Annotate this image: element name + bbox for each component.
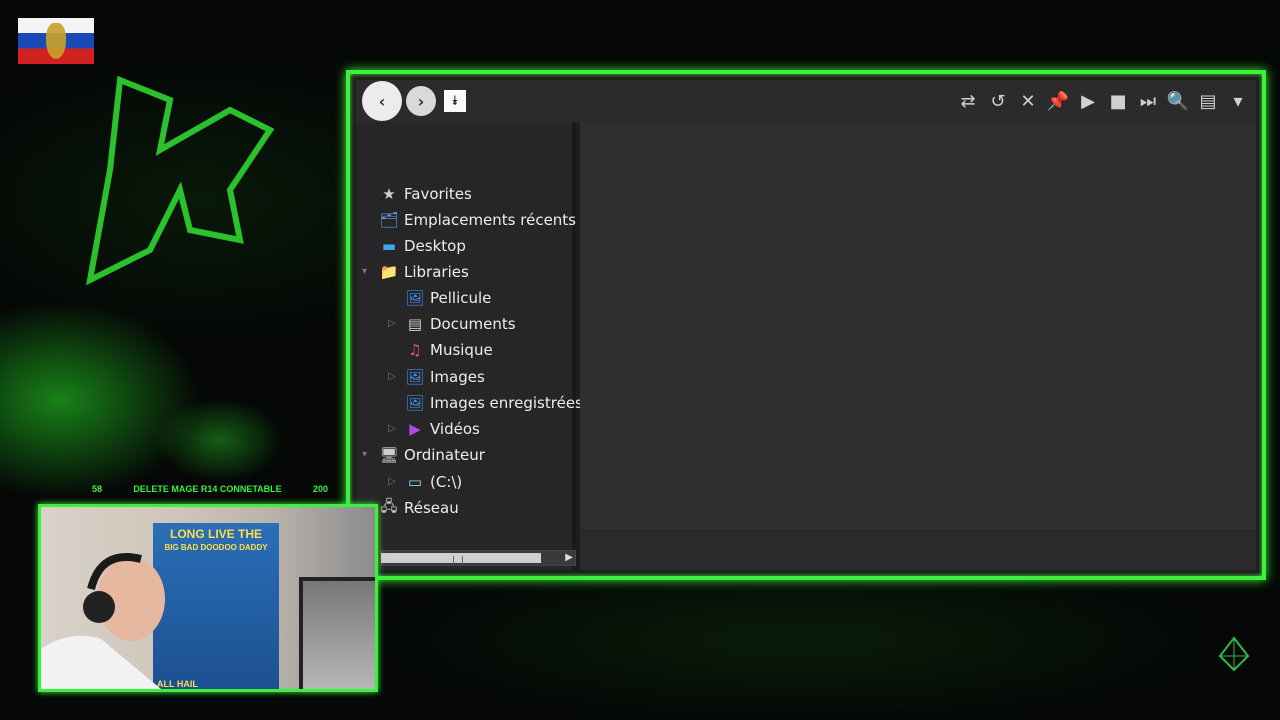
toolbar-actions: ⇄ ↺ ✕ 📌 ▶ ■ ⏭ 🔍 ▤ ▾: [956, 89, 1250, 113]
pictures-icon: 🖼: [405, 289, 425, 307]
view-icon[interactable]: ▤: [1196, 89, 1220, 113]
tree-item[interactable]: ▶ Vidéos: [404, 417, 480, 441]
recent-places-icon: 🗂: [379, 211, 399, 229]
tree-item[interactable]: ▤ Documents: [404, 312, 516, 336]
collapsed-chevron-icon[interactable]: ▷: [388, 423, 396, 434]
expanded-chevron-icon[interactable]: ▾: [362, 449, 367, 460]
tree-item-label: Emplacements récents: [404, 211, 577, 229]
webcam-feed: LONG LIVE THE BIG BAD DOODOO DADDY ALL H…: [38, 504, 378, 692]
pictures-icon: 🖼: [405, 368, 425, 386]
tree-item[interactable]: ♫ Musique: [404, 338, 493, 362]
pin-icon[interactable]: 📌: [1046, 89, 1070, 113]
diamond-logo-icon: [1218, 636, 1250, 672]
scroll-right-icon[interactable]: ▶: [565, 552, 573, 563]
documents-icon: ▤: [407, 315, 423, 333]
drive-icon: ▭: [407, 473, 423, 491]
tree-item-label: (C:\): [430, 473, 463, 491]
tree-item-label: Vidéos: [430, 420, 480, 438]
tree-item[interactable]: 🖼 Pellicule: [404, 286, 491, 310]
pictures-icon: 🖼: [405, 394, 425, 412]
tree-item-label: Libraries: [404, 263, 469, 281]
desktop-icon: ▬: [381, 237, 397, 255]
stop-icon[interactable]: ■: [1106, 89, 1130, 113]
undo-icon[interactable]: ↺: [986, 89, 1010, 113]
tree-item-label: Ordinateur: [404, 446, 485, 464]
search-icon[interactable]: 🔍: [1166, 89, 1190, 113]
tree-item[interactable]: ▬ Desktop: [378, 234, 466, 258]
delete-icon[interactable]: ✕: [1016, 89, 1040, 113]
navigation-pane: ★ Favorites 🗂 Emplacements récents ▬ Desktop ▾…: [356, 122, 583, 570]
tree-item-label: Documents: [430, 315, 516, 333]
expanded-chevron-icon[interactable]: ▾: [362, 266, 367, 277]
play-icon[interactable]: ▶: [1076, 89, 1100, 113]
tree-item-label: Pellicule: [430, 289, 492, 307]
background-monitor: [299, 577, 375, 689]
tree-item[interactable]: 🖼 Images enregistrées: [404, 391, 583, 415]
tree-item[interactable]: 🗂 Emplacements récents: [378, 208, 576, 232]
tree-item-label: Images: [430, 368, 485, 386]
computer-icon: 🖥: [379, 446, 399, 464]
tree-item-label: Musique: [430, 341, 493, 359]
collapsed-chevron-icon[interactable]: ▷: [388, 318, 396, 329]
tree-item[interactable]: 🖧 Réseau: [378, 496, 459, 520]
tree-item[interactable]: 🖥 Ordinateur: [378, 443, 485, 467]
collapsed-chevron-icon[interactable]: ▷: [388, 371, 396, 382]
tree-item-label: Favorites: [404, 185, 472, 203]
tree-item[interactable]: ▭ (C:\): [404, 470, 462, 494]
chevron-left-icon: ‹: [378, 91, 386, 111]
next-icon[interactable]: ⏭: [1136, 89, 1160, 113]
stat-right: 200: [312, 484, 328, 494]
stat-left: 58: [92, 484, 103, 494]
tree-item-label: Réseau: [404, 499, 459, 517]
coat-of-arms-icon: [46, 23, 66, 59]
russia-flag: [18, 18, 94, 64]
tree-item[interactable]: 🖼 Images: [404, 365, 485, 389]
tree-item[interactable]: 📁 Libraries: [378, 260, 469, 284]
tree-item-label: Desktop: [404, 237, 466, 255]
copy-move-icon[interactable]: ⇄: [956, 89, 980, 113]
dropdown-icon[interactable]: ▾: [1226, 89, 1250, 113]
music-icon: ♫: [408, 341, 422, 359]
stat-middle: DELETE MAGE R14 CONNETABLE: [133, 484, 282, 494]
double-chevron-down-icon: ⯯: [451, 93, 459, 109]
horizontal-scrollbar[interactable]: ▶: [380, 550, 576, 566]
toolbar: ‹ › ⯯ ⇄ ↺ ✕ 📌 ▶ ■ ⏭ 🔍 ▤ ▾: [356, 80, 1256, 122]
scrollbar-thumb[interactable]: [381, 553, 541, 564]
scrollbar-grip-icon: [453, 556, 463, 564]
details-pane: [580, 530, 1256, 570]
collapsed-chevron-icon[interactable]: ▷: [388, 476, 396, 487]
file-list-pane[interactable]: [580, 122, 1256, 570]
videos-icon: ▶: [409, 420, 421, 438]
tree-item-label: Images enregistrées: [430, 394, 583, 412]
recent-locations-button[interactable]: ⯯: [444, 90, 466, 112]
back-button[interactable]: ‹: [362, 81, 402, 121]
stream-stat-bar: 58 DELETE MAGE R14 CONNETABLE 200: [92, 484, 328, 498]
folder-icon: 📁: [379, 263, 399, 281]
star-icon: ★: [382, 185, 396, 203]
k-logo: [85, 75, 275, 286]
network-icon: 🖧: [380, 496, 398, 515]
tree-item[interactable]: ★ Favorites: [378, 182, 472, 206]
chevron-right-icon: ›: [417, 91, 425, 111]
streamer: [41, 553, 165, 689]
forward-button[interactable]: ›: [406, 86, 436, 116]
file-explorer-window: ‹ › ⯯ ⇄ ↺ ✕ 📌 ▶ ■ ⏭ 🔍 ▤ ▾ ★ Favorites 🗂 Emplacements…: [346, 70, 1266, 580]
